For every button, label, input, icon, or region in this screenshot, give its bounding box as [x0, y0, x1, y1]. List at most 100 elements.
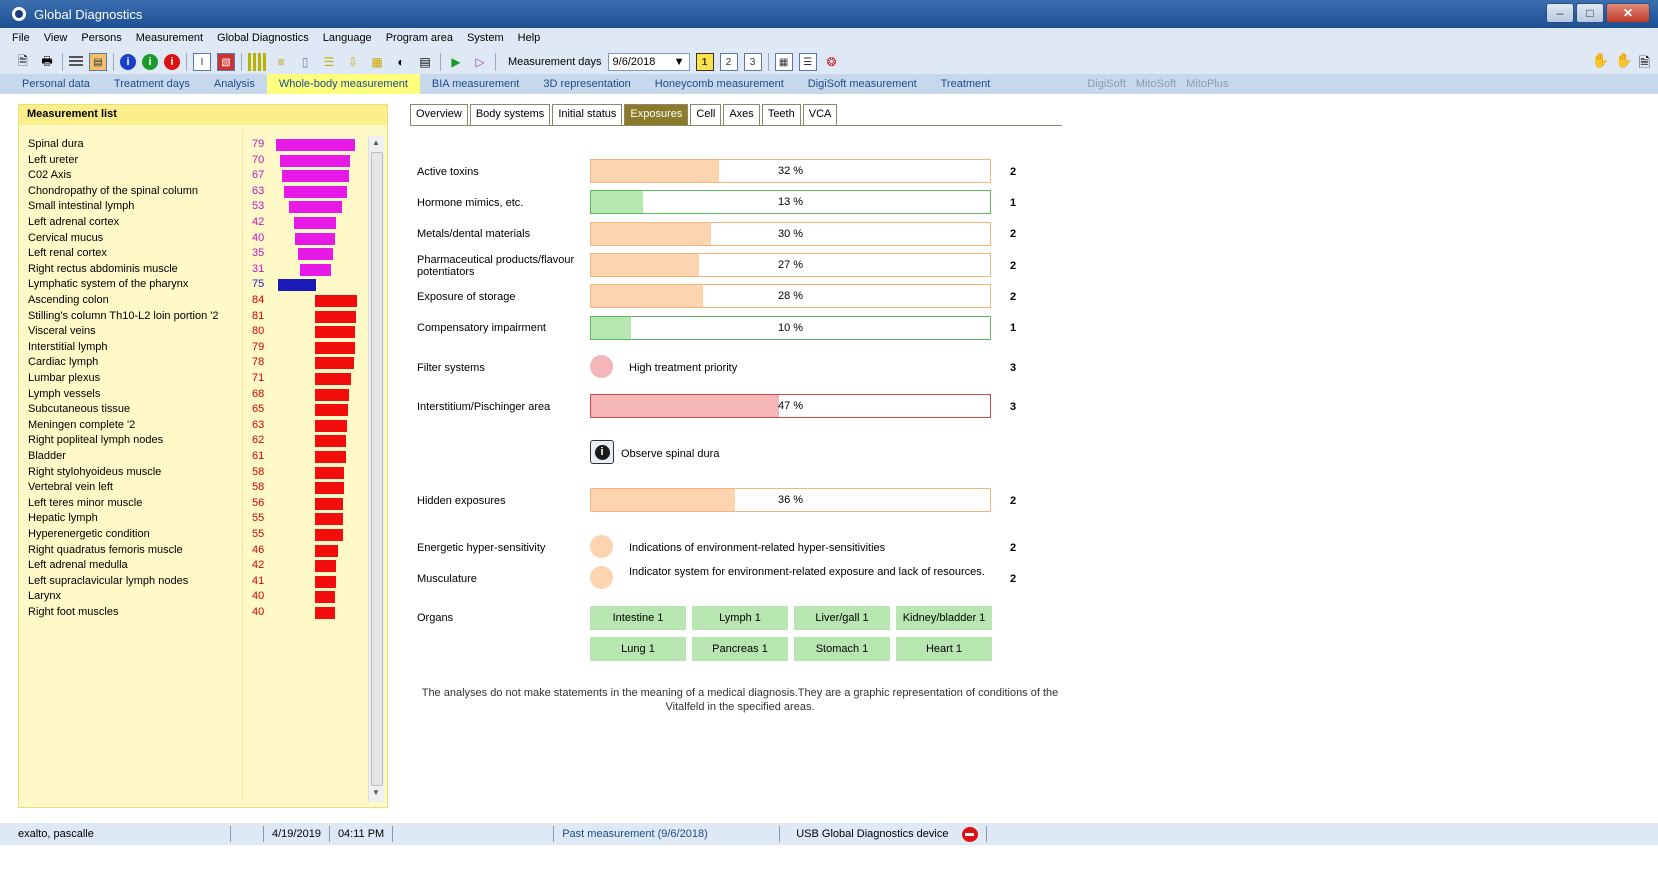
tab-digisoft[interactable]: DigiSoft — [1082, 74, 1131, 94]
hand-red-icon[interactable]: ✋ — [1615, 52, 1632, 76]
list-item[interactable]: Bladder 61 — [28, 449, 368, 465]
tab-exposures[interactable]: Exposures — [624, 104, 689, 125]
tab-honeycomb-measurement[interactable]: Honeycomb measurement — [643, 74, 796, 94]
sort-down-icon[interactable]: ⇩ — [344, 53, 362, 71]
document-list-icon[interactable]: ▤ — [416, 53, 434, 71]
menu-program-area[interactable]: Program area — [386, 32, 453, 44]
new-document-icon[interactable]: 🗎 — [14, 53, 32, 71]
organ-pancreas[interactable]: Pancreas 1 — [692, 637, 788, 661]
scroll-down-icon[interactable]: ▼ — [372, 788, 380, 797]
list-item[interactable]: Right popliteal lymph nodes 62 — [28, 433, 368, 449]
lines-icon[interactable]: ☰ — [798, 53, 817, 71]
organ-stomach[interactable]: Stomach 1 — [794, 637, 890, 661]
organ-lung[interactable]: Lung 1 — [590, 637, 686, 661]
tab-personal-data[interactable]: Personal data — [10, 74, 102, 94]
list-item[interactable]: Left teres minor muscle 56 — [28, 496, 368, 512]
list-item[interactable]: Ascending colon 84 — [28, 293, 368, 309]
list-item[interactable]: Cardiac lymph 78 — [28, 355, 368, 371]
list-item[interactable]: Lymph vessels 68 — [28, 387, 368, 403]
list-item[interactable]: Subcutaneous tissue 65 — [28, 402, 368, 418]
menu-help[interactable]: Help — [518, 32, 541, 44]
measurement-list-scrollbar[interactable]: ▲ ▼ — [368, 136, 384, 802]
tab-vca[interactable]: VCA — [802, 104, 838, 125]
grid-icon[interactable]: ▦ — [368, 53, 386, 71]
list-item[interactable]: Larynx 40 — [28, 589, 368, 605]
scroll-up-icon[interactable]: ▲ — [372, 138, 380, 147]
bar-chart-icon[interactable] — [248, 53, 266, 71]
tab-mitosoft[interactable]: MitoSoft — [1131, 74, 1181, 94]
tab-3d-representation[interactable]: 3D representation — [531, 74, 642, 94]
menu-measurement[interactable]: Measurement — [136, 32, 203, 44]
list-item[interactable]: Small intestinal lymph 53 — [28, 199, 368, 215]
tab-digisoft-measurement[interactable]: DigiSoft measurement — [796, 74, 929, 94]
list-item[interactable]: Lymphatic system of the pharynx 75 — [28, 277, 368, 293]
day-2-button[interactable]: 2 — [719, 53, 738, 71]
list-item[interactable]: Spinal dura 79 — [28, 137, 368, 153]
info-blue-icon[interactable]: i — [120, 54, 136, 70]
list-item[interactable]: Left adrenal medulla 42 — [28, 558, 368, 574]
tab-initial-status[interactable]: Initial status — [552, 104, 623, 125]
tab-analysis[interactable]: Analysis — [202, 74, 267, 94]
list-item[interactable]: Stilling's column Th10-L2 loin portion '… — [28, 309, 368, 325]
list-item[interactable]: Left supraclavicular lymph nodes 41 — [28, 574, 368, 590]
text-list-icon[interactable]: ☰ — [320, 53, 338, 71]
list-item[interactable]: Lumbar plexus 71 — [28, 371, 368, 387]
tab-whole-body-measurement[interactable]: Whole-body measurement — [266, 74, 420, 94]
list-item[interactable]: C02 Axis 67 — [28, 168, 368, 184]
lifebuoy-icon[interactable]: ❂ — [823, 53, 841, 71]
list-item[interactable]: Chondropathy of the spinal column 63 — [28, 184, 368, 200]
list-item[interactable]: Visceral veins 80 — [28, 324, 368, 340]
menu-system[interactable]: System — [467, 32, 504, 44]
list-item[interactable]: Cervical mucus 40 — [28, 231, 368, 247]
tab-bia-measurement[interactable]: BIA measurement — [420, 74, 531, 94]
tab-overview[interactable]: Overview — [410, 104, 468, 125]
list-item[interactable]: Hepatic lymph 55 — [28, 511, 368, 527]
day-3-button[interactable]: 3 — [743, 53, 762, 71]
tab-teeth[interactable]: Teeth — [761, 104, 801, 125]
play-all-icon[interactable]: ▷ — [471, 53, 489, 71]
list-item[interactable]: Left ureter 70 — [28, 153, 368, 169]
report-icon[interactable]: ▤ — [89, 53, 107, 71]
list-item[interactable]: Right quadratus femoris muscle 46 — [28, 543, 368, 559]
list-item[interactable]: Interstitial lymph 79 — [28, 340, 368, 356]
measurement-date-select[interactable]: 9/6/2018 ▼ — [607, 53, 690, 71]
menu-language[interactable]: Language — [323, 32, 372, 44]
organ-kidney-bladder[interactable]: Kidney/bladder 1 — [896, 606, 992, 630]
maximize-button[interactable]: □ — [1576, 3, 1604, 23]
hand-green-icon[interactable]: ✋ — [1592, 52, 1609, 76]
list-item[interactable]: Hyperenergetic condition 55 — [28, 527, 368, 543]
list-icon[interactable] — [69, 56, 83, 68]
id-card-icon[interactable]: I — [193, 53, 211, 71]
export-document-icon[interactable]: 🗎 — [1639, 52, 1650, 76]
print-icon[interactable]: 🖶 — [38, 53, 56, 71]
tab-mitoplus[interactable]: MitoPlus — [1181, 74, 1233, 94]
tab-body-systems[interactable]: Body systems — [469, 104, 551, 125]
columns-icon[interactable]: ▯ — [296, 53, 314, 71]
info-red-icon[interactable]: i — [164, 54, 180, 70]
minimize-button[interactable]: – — [1546, 3, 1574, 23]
organ-heart[interactable]: Heart 1 — [896, 637, 992, 661]
table-icon[interactable]: ▦ — [774, 53, 793, 71]
organ-liver-gall[interactable]: Liver/gall 1 — [794, 606, 890, 630]
tab-treatment-days[interactable]: Treatment days — [102, 74, 202, 94]
tab-axes[interactable]: Axes — [723, 104, 760, 125]
tab-cell[interactable]: Cell — [690, 104, 722, 125]
list-item[interactable]: Right stylohyoideus muscle 58 — [28, 465, 368, 481]
day-1-button[interactable]: 1 — [695, 53, 714, 71]
half-circle-icon[interactable]: ◐ — [392, 53, 410, 71]
language-flag-icon[interactable]: ▧ — [217, 53, 235, 71]
play-icon[interactable]: ▶ — [447, 53, 465, 71]
close-button[interactable]: ✕ — [1606, 3, 1650, 23]
sort-icon[interactable]: ≡ — [272, 53, 290, 71]
list-item[interactable]: Right foot muscles 40 — [28, 605, 368, 621]
menu-global-diagnostics[interactable]: Global Diagnostics — [217, 32, 309, 44]
list-item[interactable]: Right rectus abdominis muscle 31 — [28, 262, 368, 278]
list-item[interactable]: Vertebral vein left 58 — [28, 480, 368, 496]
observe-info-icon[interactable] — [590, 440, 614, 464]
tab-treatment[interactable]: Treatment — [929, 74, 1003, 94]
scrollbar-thumb[interactable] — [371, 152, 383, 786]
list-item[interactable]: Left adrenal cortex 42 — [28, 215, 368, 231]
menu-view[interactable]: View — [44, 32, 68, 44]
list-item[interactable]: Left renal cortex 35 — [28, 246, 368, 262]
organ-intestine[interactable]: Intestine 1 — [590, 606, 686, 630]
